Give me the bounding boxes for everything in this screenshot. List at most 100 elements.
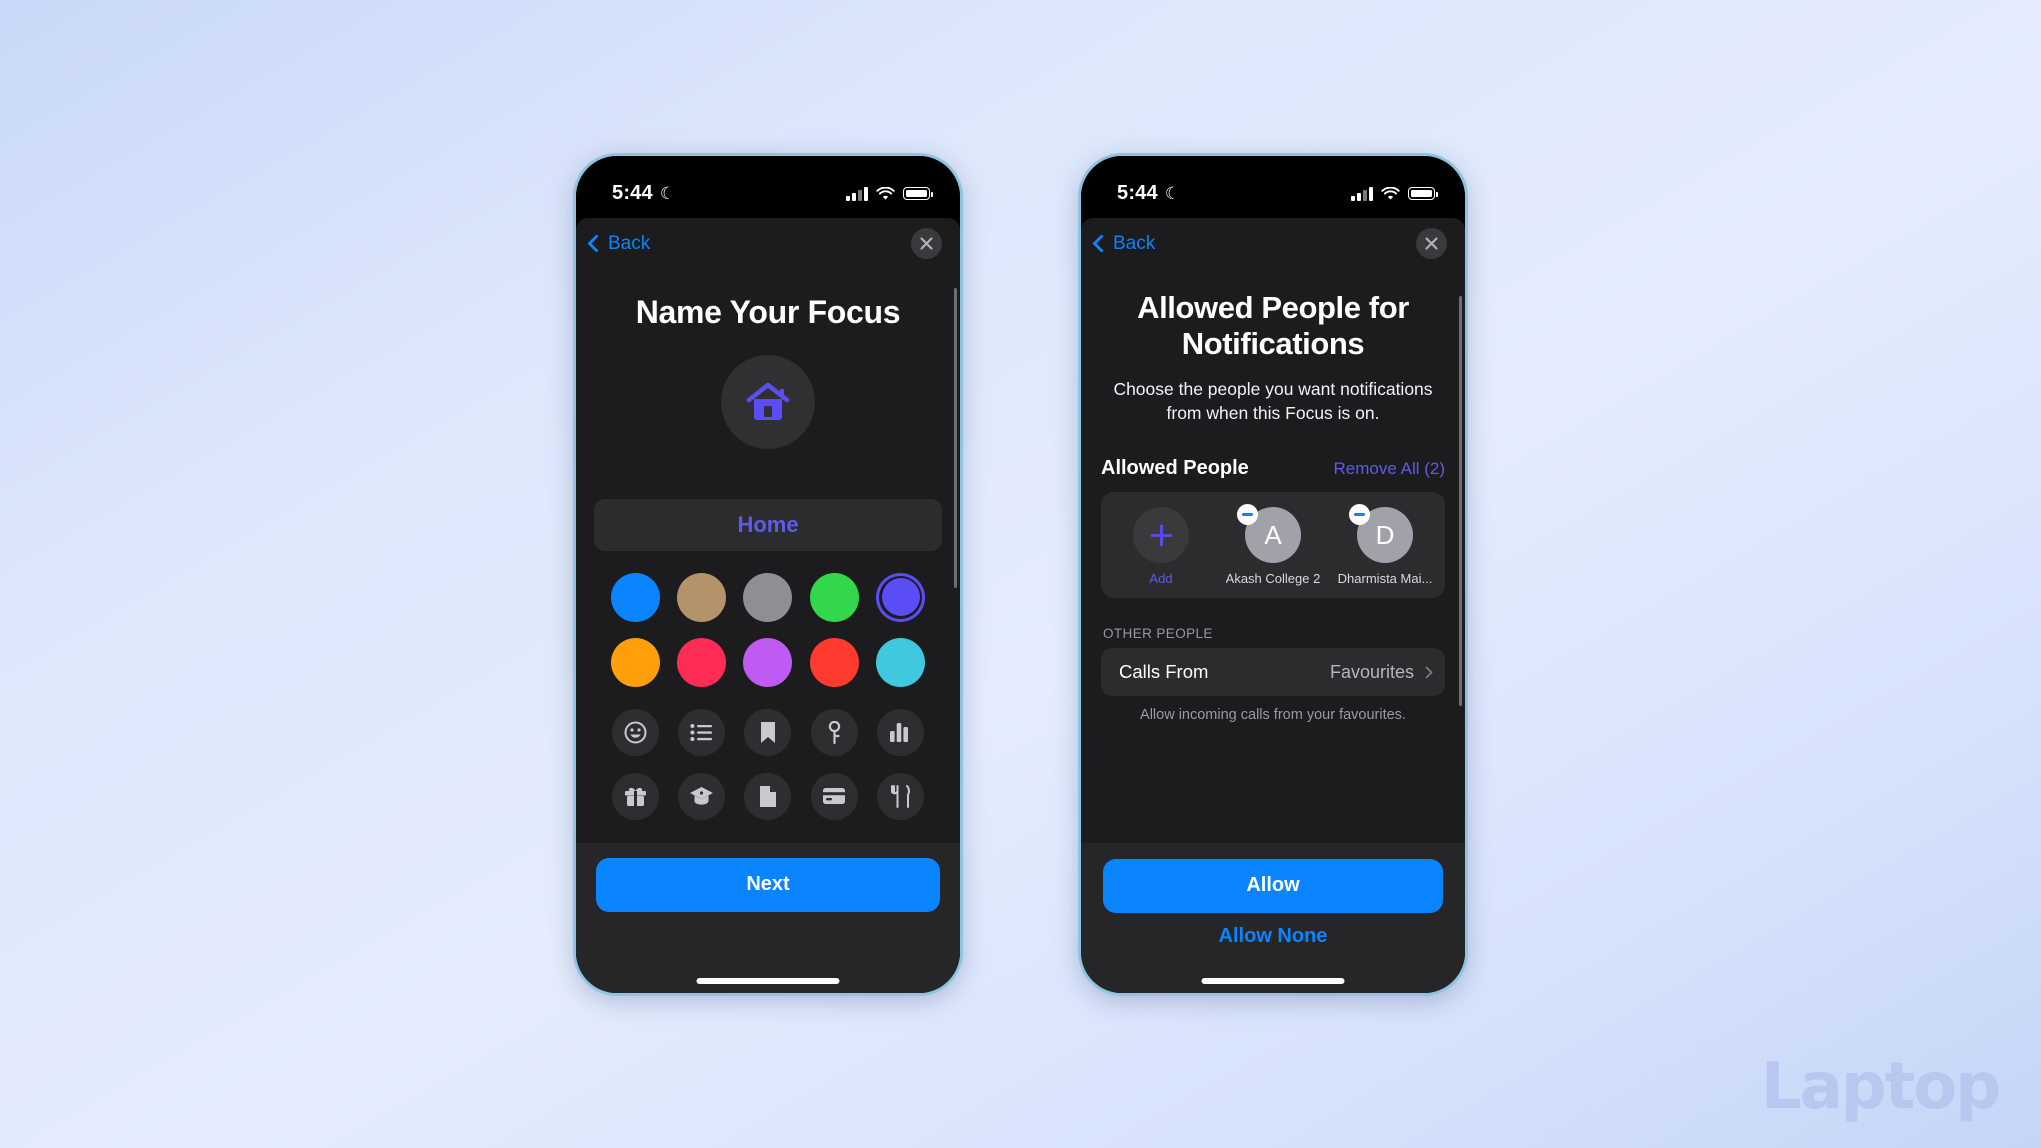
back-label: Back [1113, 232, 1156, 254]
navbar-right: Back [1081, 218, 1465, 270]
smiley-icon [624, 721, 647, 743]
status-bar-right-group-2 [1351, 186, 1438, 201]
color-swatch-teal[interactable] [876, 637, 926, 687]
wifi-icon [876, 186, 895, 200]
glyph-option-graduation-cap[interactable] [678, 772, 726, 820]
add-person-button[interactable] [1133, 507, 1189, 564]
phone-left: 5:44 ☾ Back Name Your Focus Home Next [573, 152, 963, 996]
scrollbar-right[interactable] [1458, 295, 1462, 706]
calls-from-footnote: Allow incoming calls from your favourite… [1140, 707, 1406, 724]
status-bar-left-group: 5:44 ☾ [612, 182, 675, 205]
close-button-right[interactable] [1416, 228, 1447, 259]
allowed-person-name: Dharmista Mai... [1337, 571, 1433, 587]
home-indicator-right [1201, 978, 1345, 984]
credit-card-icon [823, 788, 846, 804]
allowed-people-heading: Allowed People [1101, 457, 1249, 480]
list-icon [690, 723, 713, 741]
calls-from-row[interactable]: Calls From Favourites [1101, 648, 1445, 697]
color-swatch-grey[interactable] [743, 572, 793, 622]
house-icon [746, 382, 790, 420]
allowed-people-sheet: Back Allowed People for Notifications Ch… [1081, 217, 1465, 993]
glyph-option-smiley[interactable] [611, 708, 659, 756]
cellular-bars-icon [1351, 186, 1373, 201]
back-label: Back [608, 232, 651, 254]
calls-from-label: Calls From [1119, 661, 1209, 683]
close-icon [920, 237, 933, 250]
glyph-option-document[interactable] [744, 772, 792, 820]
status-time: 5:44 [1117, 182, 1158, 204]
calls-from-value: Favourites [1329, 661, 1414, 682]
bookmark-icon [760, 721, 775, 743]
chevron-left-icon [1092, 234, 1111, 253]
glyph-option-key[interactable] [810, 708, 858, 756]
color-swatch-tan[interactable] [677, 572, 727, 622]
navbar-left: Back [576, 218, 960, 270]
home-indicator-left [696, 978, 840, 984]
scrollbar-left[interactable] [953, 287, 957, 588]
status-time: 5:44 [612, 182, 653, 204]
glyph-option-fork-knife[interactable] [877, 772, 925, 820]
page-subtitle-right: Choose the people you want notifications… [1113, 379, 1433, 423]
chart-bar-icon [890, 722, 909, 742]
focus-scroll-area[interactable]: Name Your Focus Home [576, 270, 960, 843]
page-title-left: Name Your Focus [635, 293, 901, 330]
page-title-right: Allowed People for Notifications [1137, 289, 1409, 361]
minus-icon [1242, 513, 1253, 517]
allowed-people-section-header: Allowed People Remove All (2) [1101, 457, 1445, 480]
status-bar-right-group [846, 186, 933, 201]
status-bar-left: 5:44 ☾ [576, 155, 960, 218]
allowed-person-item[interactable]: A Akash College 2 [1217, 504, 1329, 586]
focus-glyph-preview [576, 354, 960, 449]
status-bar-right: 5:44 ☾ [1081, 155, 1465, 218]
glyph-option-gift[interactable] [611, 772, 659, 820]
bottom-bar-left: Next [576, 842, 960, 993]
color-swatch-pink[interactable] [677, 637, 727, 687]
document-icon [759, 785, 776, 807]
graduation-cap-icon [690, 787, 714, 805]
back-button-left[interactable]: Back [587, 232, 651, 255]
allow-button[interactable]: Allow [1103, 858, 1443, 913]
phone-right: 5:44 ☾ Back Allowed People for Notificat… [1078, 152, 1468, 996]
allowed-person-item[interactable]: D Dharmista Mai... [1329, 504, 1441, 587]
fork-knife-icon [890, 784, 910, 808]
color-swatch-indigo-selected[interactable] [876, 573, 925, 622]
glyph-circle [721, 354, 815, 449]
bottom-bar-right: Allow Allow None [1081, 842, 1465, 993]
remove-all-button[interactable]: Remove All (2) [1334, 459, 1445, 479]
allow-none-button[interactable]: Allow None [1103, 925, 1443, 948]
color-swatch-blue[interactable] [610, 572, 660, 622]
focus-name-value: Home [737, 511, 799, 537]
wifi-icon [1381, 186, 1400, 200]
close-icon [1425, 237, 1438, 250]
close-button-left[interactable] [911, 228, 942, 259]
back-button-right[interactable]: Back [1092, 232, 1156, 255]
plus-icon [1150, 524, 1172, 547]
glyph-option-list[interactable] [678, 708, 726, 756]
color-swatch-red[interactable] [809, 637, 859, 687]
glyph-grid [576, 687, 960, 820]
color-swatch-purple[interactable] [743, 637, 793, 687]
battery-icon [1408, 187, 1438, 200]
add-person-item[interactable]: Add [1105, 507, 1217, 586]
next-button[interactable]: Next [596, 857, 940, 912]
glyph-option-credit-card[interactable] [810, 772, 858, 820]
color-swatch-green[interactable] [809, 572, 859, 622]
avatar-initial: D [1375, 519, 1395, 550]
allowed-people-card: Add A Akash College 2 D Dharmista Mai... [1101, 492, 1445, 599]
add-person-label: Add [1149, 571, 1173, 587]
cellular-bars-icon [846, 186, 868, 201]
minus-icon [1354, 513, 1365, 517]
focus-name-input[interactable]: Home [594, 498, 942, 551]
glyph-option-chart-bar[interactable] [877, 708, 925, 756]
battery-icon [903, 187, 933, 200]
focus-sheet: Back Name Your Focus Home Next [576, 217, 960, 993]
moon-icon: ☾ [1164, 184, 1181, 203]
chevron-right-icon [1420, 665, 1433, 679]
gift-icon [624, 787, 646, 806]
glyph-option-bookmark[interactable] [744, 708, 792, 756]
status-bar-left-group-2: 5:44 ☾ [1117, 182, 1180, 205]
avatar-initial: A [1264, 519, 1282, 550]
allowed-people-scroll-area[interactable]: Allowed People for Notifications Choose … [1081, 270, 1465, 843]
chevron-left-icon [587, 234, 606, 253]
color-swatch-orange[interactable] [610, 637, 660, 687]
